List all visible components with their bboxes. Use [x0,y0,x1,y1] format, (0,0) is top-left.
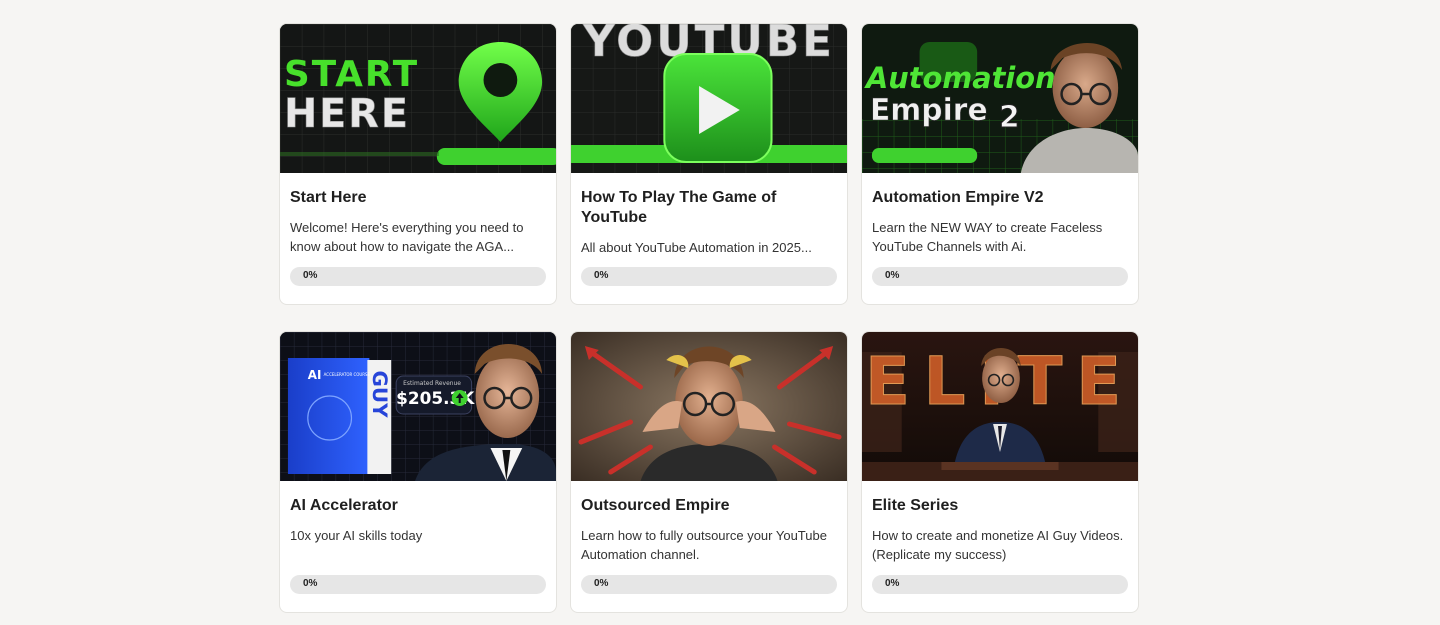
course-card-start-here[interactable]: START HERE Start Here Welcome! Here's ev… [279,23,557,305]
progress-bar: 0% [581,575,837,594]
thumb-title-line1: START [284,54,419,95]
progress-label: 0% [885,578,900,589]
progress-label: 0% [885,270,900,281]
course-thumbnail[interactable]: START HERE [280,24,556,173]
course-title[interactable]: Elite Series [872,496,1128,516]
course-description: Welcome! Here's everything you need to k… [290,220,524,254]
course-title[interactable]: AI Accelerator [290,496,546,516]
course-title[interactable]: How To Play The Game of YouTube [581,188,837,228]
course-thumbnail[interactable]: Automation Empire 2 [862,24,1138,173]
course-thumbnail[interactable]: ELITE [862,332,1138,481]
thumb-title-line2: Empire [870,93,988,128]
progress-bar: 0% [290,575,546,594]
course-card-outsourced-empire[interactable]: Outsourced Empire Learn how to fully out… [570,331,848,613]
course-grid: START HERE Start Here Welcome! Here's ev… [279,23,1139,613]
play-button-icon [663,53,773,163]
course-card-automation-empire[interactable]: Automation Empire 2 Automation Empire V2… [861,23,1139,305]
box-vertical-text: GUY [368,370,391,418]
course-box-illustration: AI ACCELERATOR COURSE GUY [287,358,392,474]
thumb-title-line2: HERE [284,91,410,137]
revenue-widget: Estimated Revenue $205.3K [395,375,475,415]
course-thumbnail[interactable]: YOUTUBE [571,24,847,173]
course-description: How to create and monetize AI Guy Videos… [872,528,1124,562]
course-card-youtube-game[interactable]: YOUTUBE How To Play The Game of YouTube … [570,23,848,305]
box-sublabel: ACCELERATOR COURSE [324,372,371,377]
course-card-elite-series[interactable]: ELITE Elite Series How to create and mon… [861,331,1139,613]
progress-label: 0% [594,578,609,589]
revenue-label: Estimated Revenue [403,380,461,387]
course-thumbnail[interactable] [571,332,847,481]
thumb-badge: 2 [999,100,1020,135]
course-title[interactable]: Outsourced Empire [581,496,837,516]
progress-label: 0% [303,270,318,281]
progress-bar: 0% [872,267,1128,286]
progress-bar: 0% [872,575,1128,594]
progress-bar: 0% [290,267,546,286]
progress-label: 0% [594,270,609,281]
course-description: Learn the NEW WAY to create Faceless You… [872,220,1103,254]
progress-label: 0% [303,578,318,589]
course-card-ai-accelerator[interactable]: AI ACCELERATOR COURSE GUY Estimated Reve… [279,331,557,613]
progress-bar: 0% [581,267,837,286]
course-title[interactable]: Start Here [290,188,546,208]
course-title[interactable]: Automation Empire V2 [872,188,1128,208]
box-label: AI [308,368,322,382]
course-thumbnail[interactable]: AI ACCELERATOR COURSE GUY Estimated Reve… [280,332,556,481]
course-description: Learn how to fully outsource your YouTub… [581,528,827,562]
course-description: 10x your AI skills today [290,528,423,543]
thumb-title-line1: Automation [864,61,1056,95]
